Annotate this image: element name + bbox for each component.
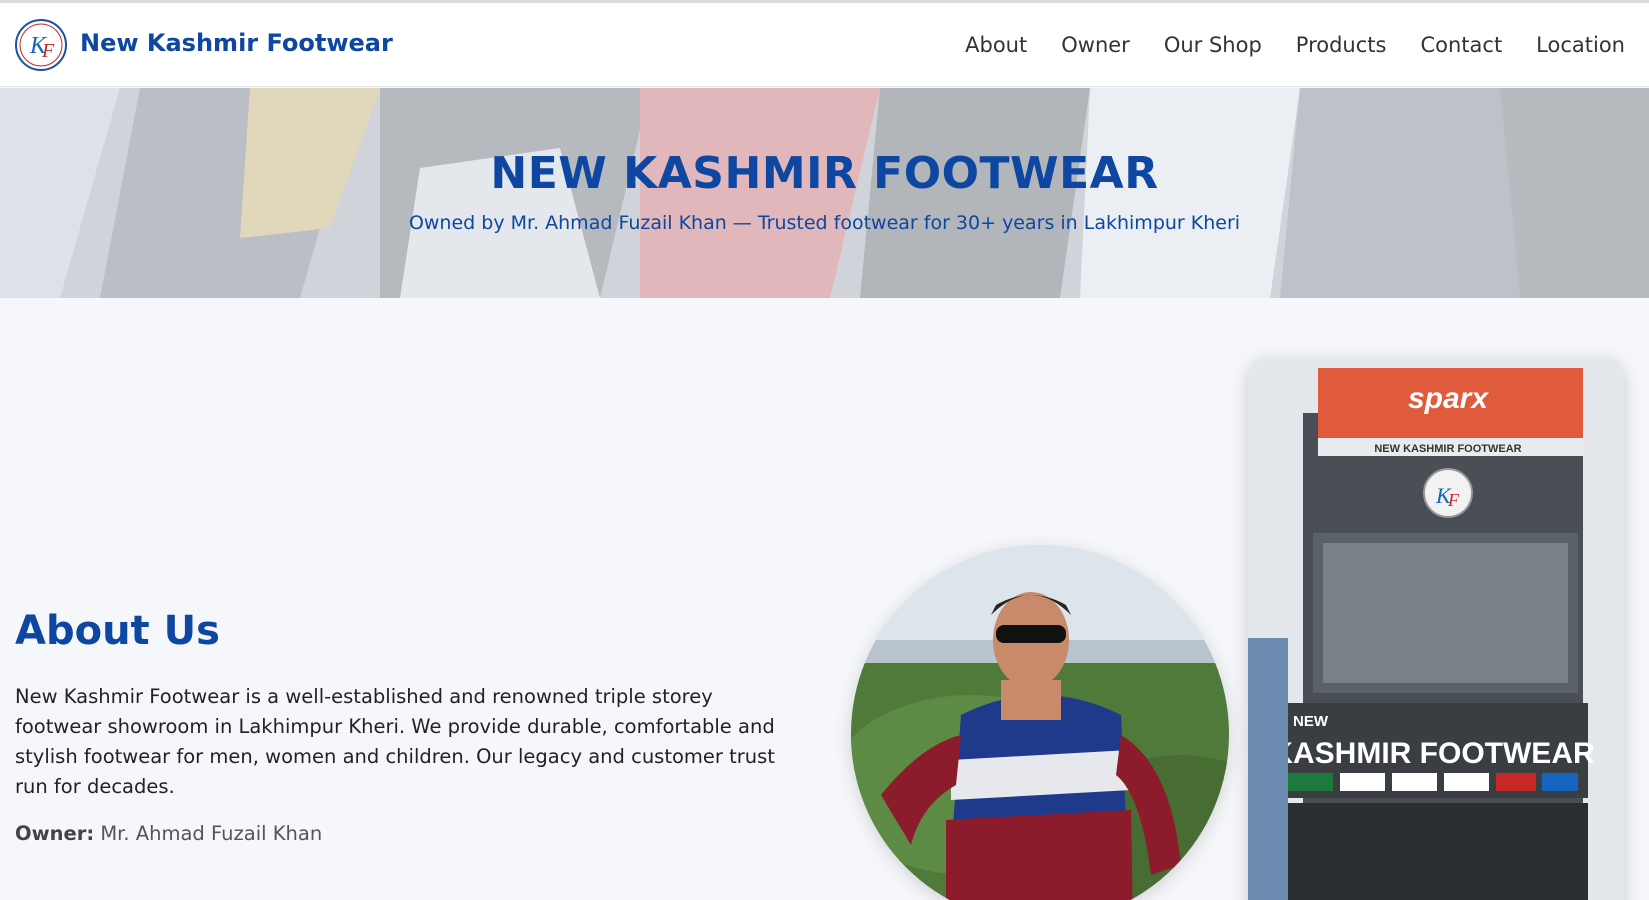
nav-owner[interactable]: Owner (1061, 33, 1130, 57)
nav-location[interactable]: Location (1536, 33, 1625, 57)
about-description: New Kashmir Footwear is a well-establish… (15, 685, 775, 798)
hero-banner: NEW KASHMIR FOOTWEAR Owned by Mr. Ahmad … (0, 88, 1649, 298)
sign-sparx: sparx (1408, 382, 1489, 415)
owner-line: Owner: Mr. Ahmad Fuzail Khan (15, 822, 322, 845)
owner-label: Owner: (15, 822, 95, 845)
site-header: K F New Kashmir Footwear About Owner Our… (0, 3, 1649, 87)
owner-photo (851, 545, 1229, 900)
svg-text:F: F (1447, 490, 1460, 510)
owner-name: Mr. Ahmad Fuzail Khan (100, 822, 323, 845)
nav-products[interactable]: Products (1296, 33, 1387, 57)
sign-main: KASHMIR FOOTWEAR (1271, 737, 1595, 770)
kf-logo-icon[interactable]: K F (15, 19, 67, 71)
brand-name[interactable]: New Kashmir Footwear (80, 29, 393, 57)
sign-new: NEW (1293, 713, 1329, 730)
sign-strip: NEW KASHMIR FOOTWEAR (1374, 443, 1521, 455)
svg-text:F: F (41, 40, 55, 62)
hero-subtitle: Owned by Mr. Ahmad Fuzail Khan — Trusted… (408, 212, 1241, 234)
about-heading: About Us (15, 608, 220, 654)
nav-contact[interactable]: Contact (1420, 33, 1502, 57)
nav-our-shop[interactable]: Our Shop (1164, 33, 1262, 57)
nav-about[interactable]: About (965, 33, 1027, 57)
hero-title: NEW KASHMIR FOOTWEAR (490, 148, 1159, 199)
shop-front-photo: sparx NEW KASHMIR FOOTWEAR K F NEW KASHM… (1248, 358, 1624, 900)
main-nav: About Owner Our Shop Products Contact Lo… (965, 33, 1625, 57)
